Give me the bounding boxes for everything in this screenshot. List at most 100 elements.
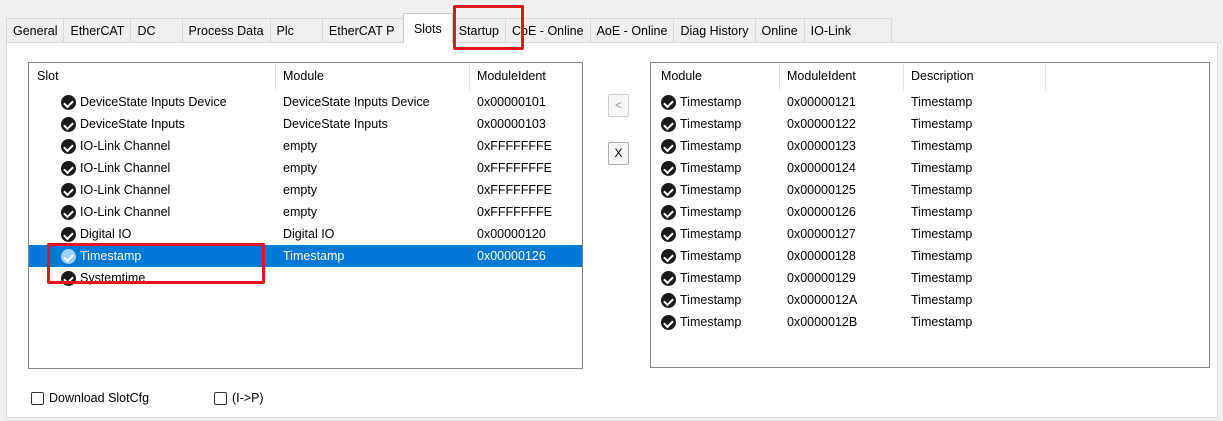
tab-dc[interactable]: DC	[130, 18, 183, 42]
module-description: Timestamp	[911, 249, 973, 263]
slot-row[interactable]: Timestamp Timestamp 0x00000126	[29, 245, 582, 267]
checkbox-box[interactable]	[214, 391, 227, 405]
module-name: Timestamp	[680, 183, 742, 197]
module-description: Timestamp	[911, 293, 973, 307]
module-description: Timestamp	[911, 271, 973, 285]
slot-module: Digital IO	[283, 227, 335, 241]
module-name: Timestamp	[680, 161, 742, 175]
module-row[interactable]: Timestamp 0x00000128 Timestamp	[651, 245, 1209, 267]
slot-name: IO-Link Channel	[80, 183, 171, 197]
slot-row[interactable]: IO-Link Channel empty 0xFFFFFFFE	[29, 201, 582, 223]
download-slotcfg-label: Download SlotCfg	[49, 391, 150, 405]
tab-ethercat-p[interactable]: EtherCAT P	[321, 18, 404, 42]
module-row[interactable]: Timestamp 0x0000012A Timestamp	[651, 289, 1209, 311]
tab-slots[interactable]: Slots	[402, 13, 453, 43]
slot-row[interactable]: IO-Link Channel empty 0xFFFFFFFE	[29, 135, 582, 157]
module-row[interactable]: Timestamp 0x00000121 Timestamp	[651, 91, 1209, 113]
column-separator	[582, 63, 583, 91]
module-icon	[661, 315, 676, 330]
slot-module-ident: 0xFFFFFFFE	[477, 205, 552, 219]
module-row[interactable]: Timestamp 0x0000012B Timestamp	[651, 311, 1209, 333]
slot-row[interactable]: Digital IO Digital IO 0x00000120	[29, 223, 582, 245]
slot-module-ident: 0xFFFFFFFE	[477, 183, 552, 197]
module-ident: 0x00000121	[787, 95, 856, 109]
slot-module: empty	[283, 205, 318, 219]
tab-plc[interactable]: Plc	[269, 18, 323, 42]
column-separator	[903, 63, 904, 91]
slot-name: DeviceState Inputs Device	[80, 95, 227, 109]
column-separator	[779, 63, 780, 91]
slot-module: DeviceState Inputs Device	[283, 95, 430, 109]
module-name: Timestamp	[680, 271, 742, 285]
module-row[interactable]: Timestamp 0x00000126 Timestamp	[651, 201, 1209, 223]
module-name: Timestamp	[680, 95, 742, 109]
tab-aoe-online[interactable]: AoE - Online	[589, 18, 675, 42]
slot-row[interactable]: IO-Link Channel empty 0xFFFFFFFE	[29, 179, 582, 201]
checkbox-box[interactable]	[31, 391, 44, 405]
slot-name: Systemtime	[80, 271, 146, 285]
tab-startup[interactable]: Startup	[451, 18, 507, 42]
i-to-p-label: (I->P)	[232, 391, 264, 405]
module-icon	[661, 139, 676, 154]
slot-module: empty	[283, 139, 318, 153]
tab-ethercat[interactable]: EtherCAT	[63, 18, 132, 42]
slot-row[interactable]: DeviceState Inputs Device DeviceState Inp…	[29, 91, 582, 113]
slot-module-ident: 0x00000120	[477, 227, 546, 241]
tab-diag-history[interactable]: Diag History	[673, 18, 756, 42]
tab-online[interactable]: Online	[754, 18, 805, 42]
insert-module-button[interactable]: <	[608, 94, 629, 117]
slot-name: IO-Link Channel	[80, 161, 171, 175]
tab-io-link[interactable]: IO-Link	[803, 18, 892, 42]
tab-coe-online[interactable]: CoE - Online	[505, 18, 591, 42]
slot-name: IO-Link Channel	[80, 205, 171, 219]
module-ident: 0x00000127	[787, 227, 856, 241]
module-name: Timestamp	[680, 205, 742, 219]
module-name: Timestamp	[680, 315, 742, 329]
slot-row[interactable]: Systemtime	[29, 267, 582, 289]
module-ident: 0x00000129	[787, 271, 856, 285]
column-header-description[interactable]: Description	[911, 63, 974, 91]
module-row[interactable]: Timestamp 0x00000122 Timestamp	[651, 113, 1209, 135]
module-row[interactable]: Timestamp 0x00000127 Timestamp	[651, 223, 1209, 245]
tab-general[interactable]: General	[6, 18, 65, 42]
i-to-p-checkbox[interactable]: (I->P)	[214, 390, 264, 406]
column-header-module[interactable]: Module	[661, 63, 702, 91]
slot-name: Digital IO	[80, 227, 132, 241]
slot-name: DeviceState Inputs	[80, 117, 185, 131]
column-separator	[469, 63, 470, 91]
module-row[interactable]: Timestamp 0x00000129 Timestamp	[651, 267, 1209, 289]
module-ident: 0x00000125	[787, 183, 856, 197]
remove-module-button[interactable]: X	[608, 142, 629, 165]
module-icon	[61, 205, 76, 220]
module-icon	[661, 227, 676, 242]
module-icon	[61, 117, 76, 132]
available-modules-list[interactable]: Module ModuleIdent Description Timestamp…	[650, 62, 1210, 368]
module-description: Timestamp	[911, 161, 973, 175]
slot-module-ident: 0xFFFFFFFE	[477, 161, 552, 175]
module-description: Timestamp	[911, 205, 973, 219]
module-name: Timestamp	[680, 139, 742, 153]
module-ident: 0x00000124	[787, 161, 856, 175]
module-name: Timestamp	[680, 293, 742, 307]
column-header-module[interactable]: Module	[283, 63, 324, 91]
module-icon	[661, 117, 676, 132]
slot-module-ident: 0x00000126	[477, 249, 546, 263]
module-icon	[661, 161, 676, 176]
slot-row[interactable]: IO-Link Channel empty 0xFFFFFFFE	[29, 157, 582, 179]
column-header-slot[interactable]: Slot	[37, 63, 59, 91]
module-row[interactable]: Timestamp 0x00000124 Timestamp	[651, 157, 1209, 179]
column-header-moduleident[interactable]: ModuleIdent	[477, 63, 546, 91]
download-slotcfg-checkbox[interactable]: Download SlotCfg	[31, 390, 149, 406]
tab-process-data[interactable]: Process Data	[181, 18, 271, 42]
slot-row[interactable]: DeviceState Inputs DeviceState Inputs 0x00…	[29, 113, 582, 135]
module-icon	[61, 249, 76, 264]
module-icon	[661, 271, 676, 286]
slots-list[interactable]: Slot Module ModuleIdent DeviceState Inpu…	[28, 62, 583, 369]
module-icon	[61, 271, 76, 286]
module-row[interactable]: Timestamp 0x00000125 Timestamp	[651, 179, 1209, 201]
module-row[interactable]: Timestamp 0x00000123 Timestamp	[651, 135, 1209, 157]
slot-module: empty	[283, 183, 318, 197]
module-icon	[661, 183, 676, 198]
column-header-moduleident[interactable]: ModuleIdent	[787, 63, 856, 91]
module-icon	[661, 249, 676, 264]
